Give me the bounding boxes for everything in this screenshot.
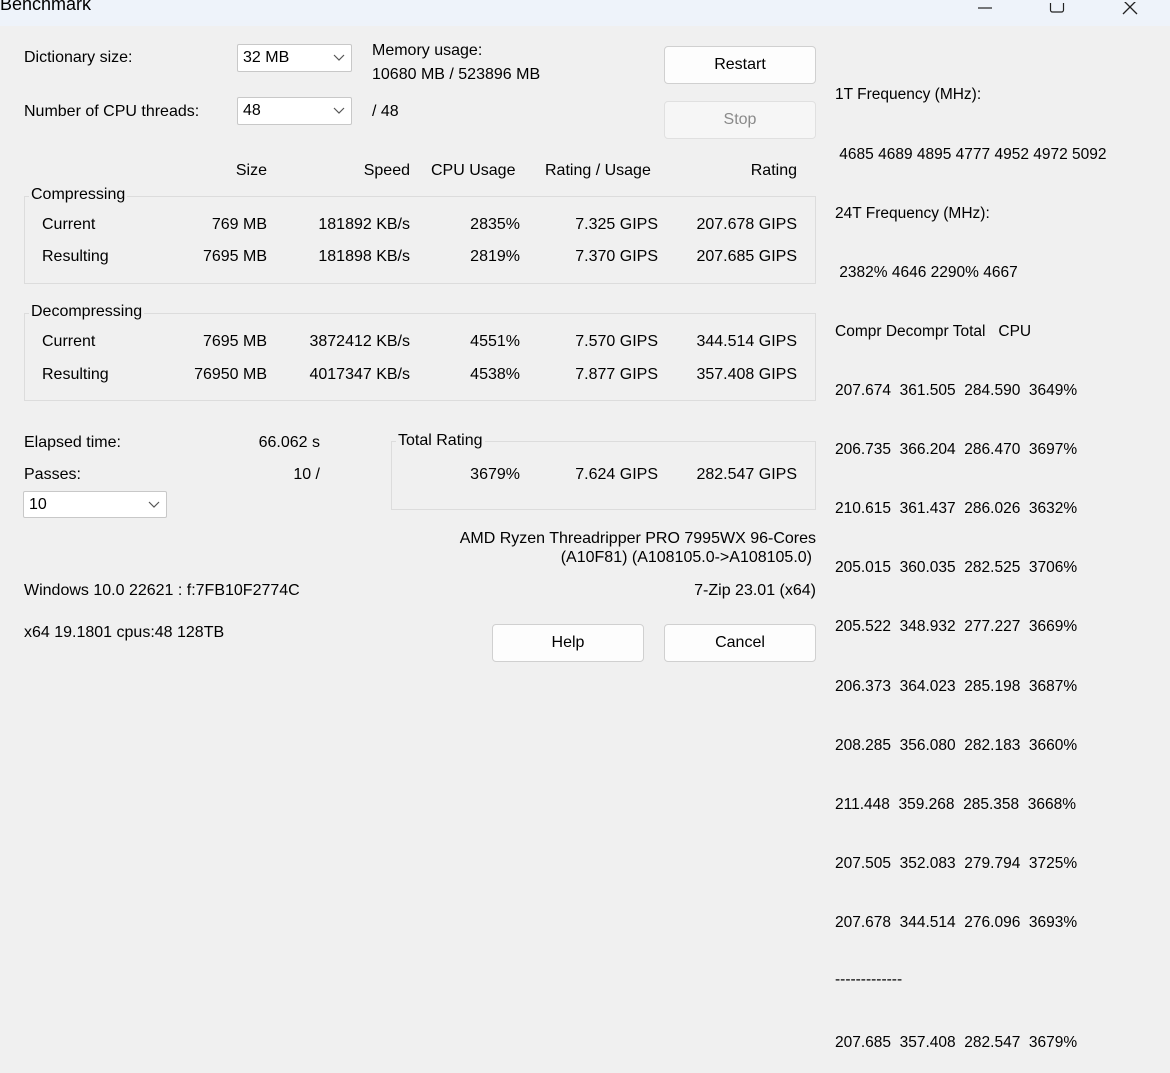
minimize-icon [978,7,992,9]
compress-resulting-cpu: 2819% [470,248,520,265]
close-icon [1122,2,1138,15]
compress-current-rating-usage: 7.325 GIPS [575,216,658,233]
memory-usage-value: 10680 MB / 523896 MB [372,66,541,83]
log-line: 4685 4689 4895 4777 4952 4972 5092 [835,145,1107,163]
total-rating-value: 282.547 GIPS [696,466,797,483]
maximize-button[interactable] [1034,0,1080,18]
chevron-down-icon [148,501,160,508]
column-rating-usage: Rating / Usage [545,162,651,179]
log-line: 205.015 360.035 282.525 3706% [835,559,1078,577]
cancel-button[interactable]: Cancel [664,624,816,662]
passes-label: Passes: [24,466,81,483]
cpu-threads-label: Number of CPU threads: [24,103,200,120]
total-rating-label: Total Rating [396,432,485,450]
chevron-down-icon [333,54,345,61]
total-cpu: 3679% [470,466,520,483]
elapsed-time-value: 66.062 s [258,434,320,451]
restart-button[interactable]: Restart [664,46,816,84]
decompress-resulting-size: 76950 MB [194,366,267,383]
dictionary-size-select[interactable]: 32 MB [237,44,352,72]
log-line: 205.522 348.932 277.227 3669% [835,618,1078,636]
chevron-down-icon [333,107,345,114]
decompress-resulting-speed: 4017347 KB/s [309,366,410,383]
passes-select-value: 10 [29,496,47,513]
cpu-threads-value: 48 [243,102,261,119]
log-line: 2382% 4646 2290% 4667 [835,263,1018,281]
decompress-resulting-rating: 357.408 GIPS [696,366,797,383]
passes-select[interactable]: 10 [23,491,167,518]
help-button[interactable]: Help [492,624,644,662]
compress-resulting-rating-usage: 7.370 GIPS [575,248,658,265]
decompress-current-size: 7695 MB [202,333,267,350]
cpu-threads-select[interactable]: 48 [237,97,352,125]
compress-current-label: Current [42,216,96,233]
log-line: 210.615 361.437 286.026 3632% [835,500,1078,518]
log-line: 206.735 366.204 286.470 3697% [835,441,1078,459]
compressing-group [24,196,816,284]
log-line: 1T Frequency (MHz): [835,86,982,104]
decompress-current-label: Current [42,333,96,350]
decompress-resulting-label: Resulting [42,366,109,383]
compress-current-speed: 181892 KB/s [318,216,410,233]
window-title: Benchmark [0,0,92,14]
log-line: 206.373 364.023 285.198 3687% [835,677,1078,695]
compressing-label: Compressing [29,186,128,204]
maximize-icon [1049,3,1065,13]
log-line: 207.678 344.514 276.096 3693% [835,913,1078,931]
log-line: Compr Decompr Total CPU [835,322,1032,340]
compress-resulting-rating: 207.685 GIPS [696,248,797,265]
total-rating-usage: 7.624 GIPS [575,466,658,483]
log-line: 207.674 361.505 284.590 3649% [835,381,1078,399]
cpu-id: (A10F81) (A108105.0->A108105.0) [560,549,812,566]
os-info: Windows 10.0 22621 : f:7FB10F2774C [24,582,300,599]
column-size: Size [235,162,267,179]
passes-value: 10 / [293,466,320,483]
cpu-model: AMD Ryzen Threadripper PRO 7995WX 96-Cor… [459,530,816,547]
log-line: 208.285 356.080 282.183 3660% [835,736,1078,754]
arch-info: x64 19.1801 cpus:48 128TB [24,624,225,641]
dictionary-size-label: Dictionary size: [24,49,133,66]
dictionary-size-value: 32 MB [243,49,290,66]
compress-current-rating: 207.678 GIPS [696,216,797,233]
memory-usage-label: Memory usage: [372,42,483,59]
decompress-current-rating-usage: 7.570 GIPS [575,333,658,350]
decompress-current-rating: 344.514 GIPS [696,333,797,350]
decompress-resulting-cpu: 4538% [470,366,520,383]
title-bar: Benchmark [0,0,1170,26]
compress-current-size: 769 MB [211,216,267,233]
close-button[interactable] [1107,0,1153,18]
minimize-button[interactable] [962,0,1008,18]
log-line: 207.685 357.408 282.547 3679% [835,1034,1078,1052]
log-line: 211.448 359.268 285.358 3668% [835,795,1077,813]
column-speed: Speed [363,162,410,179]
decompress-current-cpu: 4551% [470,333,520,350]
log-line: ------------- [835,971,903,989]
decompressing-group [24,313,816,401]
decompress-resulting-rating-usage: 7.877 GIPS [575,366,658,383]
stop-button[interactable]: Stop [664,101,816,139]
log-line: 207.505 352.083 279.794 3725% [835,854,1078,872]
cpu-threads-max: / 48 [372,103,399,120]
compress-resulting-size: 7695 MB [202,248,267,265]
compress-resulting-speed: 181898 KB/s [318,248,410,265]
compress-current-cpu: 2835% [470,216,520,233]
compress-resulting-label: Resulting [42,248,109,265]
decompressing-label: Decompressing [29,303,145,321]
log-line: 24T Frequency (MHz): [835,204,990,222]
column-cpu-usage: CPU Usage [431,162,516,179]
results-log: 1T Frequency (MHz): 4685 4689 4895 4777 … [835,46,1107,1073]
elapsed-time-label: Elapsed time: [24,434,121,451]
decompress-current-speed: 3872412 KB/s [309,333,410,350]
version-info: 7-Zip 23.01 (x64) [694,582,816,599]
column-rating: Rating [750,162,797,179]
